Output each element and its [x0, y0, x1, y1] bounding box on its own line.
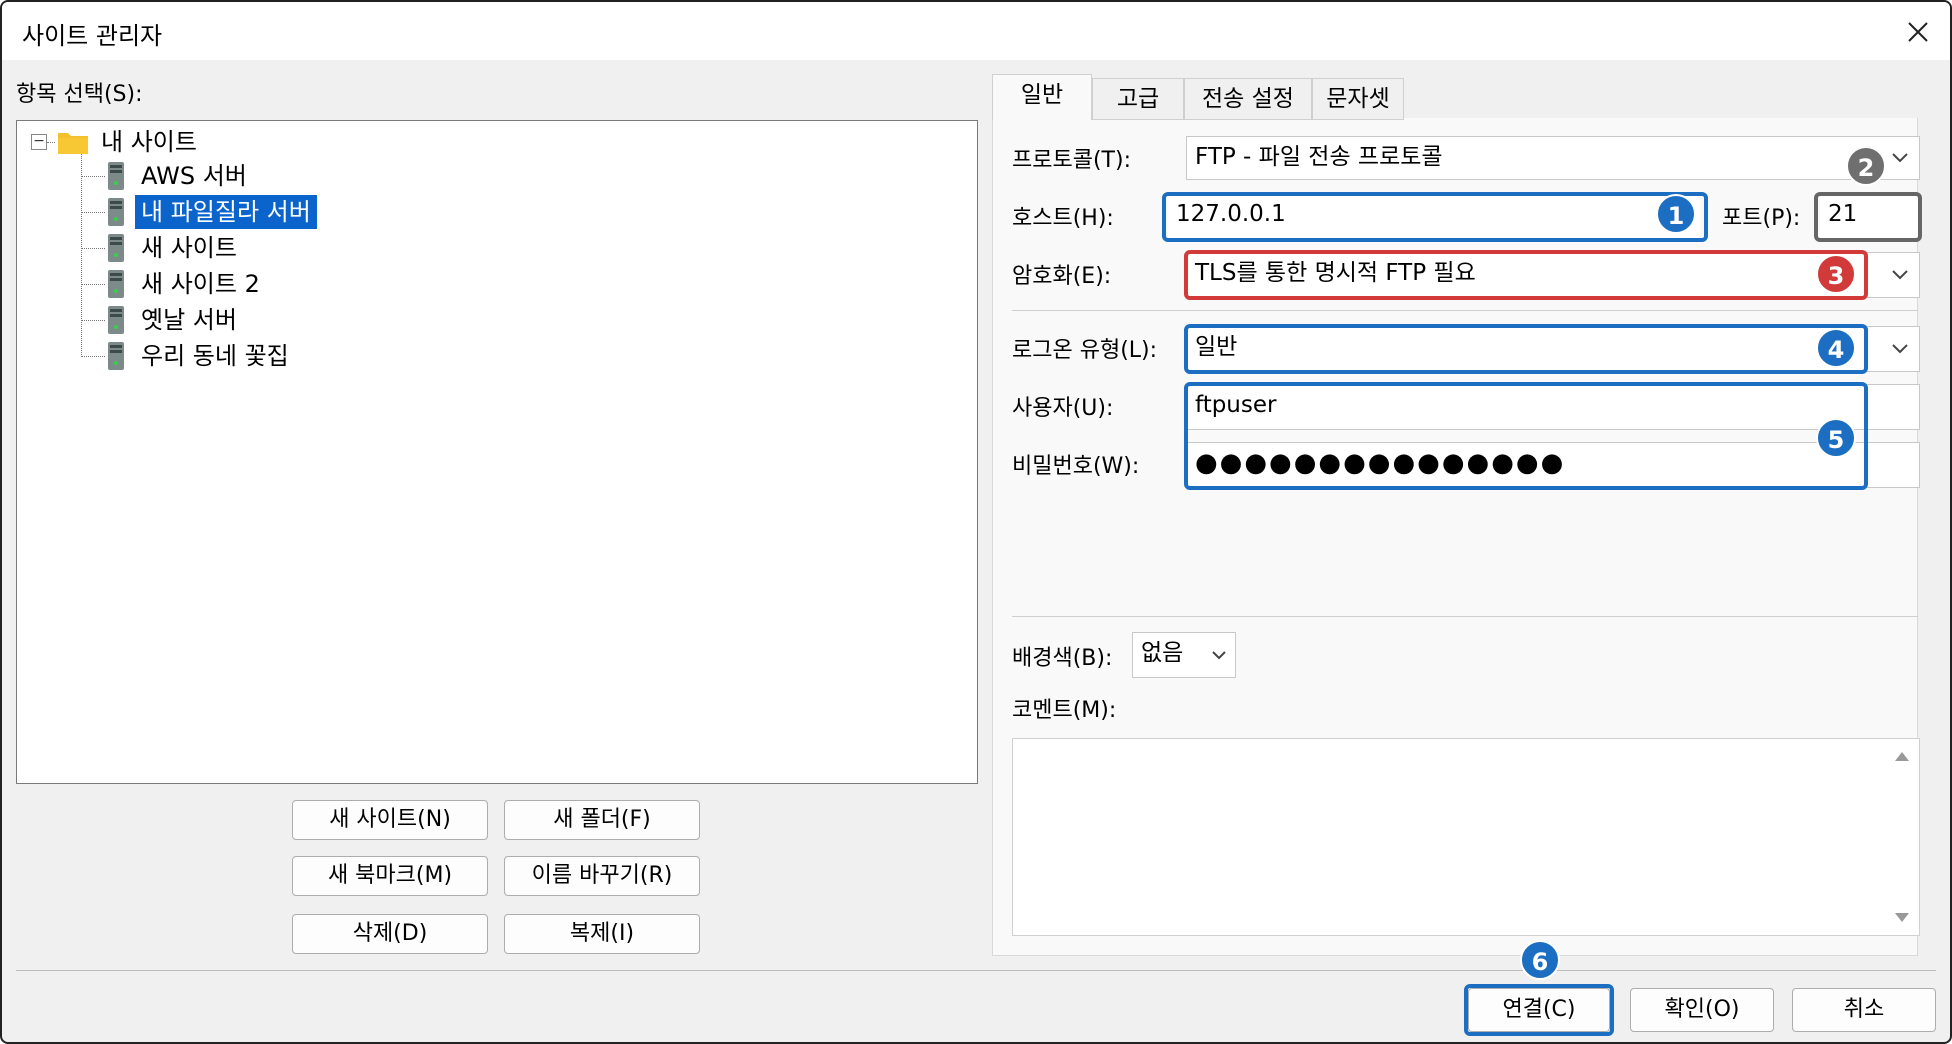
password-label: 비밀번호(W):	[1012, 454, 1140, 479]
site-label: 우리 동네 꽃집	[141, 342, 289, 370]
tree-connector	[81, 248, 105, 249]
site-label: AWS 서버	[141, 162, 247, 190]
server-icon	[108, 306, 124, 334]
site-label: 새 사이트	[141, 234, 237, 262]
separator	[1012, 310, 1918, 311]
tree-site-item[interactable]: 새 사이트 2	[105, 267, 266, 301]
step-badge-4: 4	[1816, 328, 1856, 368]
tree-connector	[81, 176, 105, 177]
site-manager-window: 사이트 관리자 항목 선택(S): − 내 사이트 AWS 서버 내 파일질라 …	[0, 0, 1952, 1044]
tree-connector	[81, 320, 105, 321]
tree-site-item[interactable]: AWS 서버	[105, 159, 253, 193]
step-badge-6: 6	[1520, 940, 1560, 980]
tab-general[interactable]: 일반	[992, 74, 1092, 120]
rename-button[interactable]: 이름 바꾸기(R)	[504, 856, 700, 896]
tree-site-item[interactable]: 새 사이트	[105, 231, 243, 265]
comment-label: 코멘트(M):	[1012, 698, 1117, 723]
new-bookmark-button[interactable]: 새 북마크(M)	[292, 856, 488, 896]
port-value: 21	[1828, 201, 1858, 227]
cancel-button[interactable]: 취소	[1792, 988, 1936, 1032]
footer-separator	[16, 970, 1936, 971]
scroll-down-icon[interactable]	[1893, 909, 1911, 927]
tree-connector	[81, 147, 82, 357]
delete-button[interactable]: 삭제(D)	[292, 914, 488, 954]
tree-root-my-sites[interactable]: 내 사이트	[57, 125, 203, 159]
ok-button[interactable]: 확인(O)	[1630, 988, 1774, 1032]
window-title: 사이트 관리자	[22, 22, 163, 50]
protocol-select[interactable]: FTP - 파일 전송 프로토콜	[1186, 136, 1920, 180]
tree-connector	[81, 284, 105, 285]
server-icon	[108, 198, 124, 226]
user-input[interactable]: ftpuser	[1186, 384, 1920, 430]
step-badge-5: 5	[1816, 418, 1856, 458]
tree-site-item-selected[interactable]: 내 파일질라 서버	[105, 195, 317, 229]
password-value: ●●●●●●●●●●●●●●●	[1195, 448, 1566, 478]
host-input[interactable]: 127.0.0.1	[1168, 194, 1700, 238]
port-input[interactable]: 21	[1820, 194, 1918, 238]
tree-connector	[81, 212, 105, 213]
protocol-value: FTP - 파일 전송 프로토콜	[1195, 144, 1443, 170]
bgcolor-value: 없음	[1141, 640, 1184, 666]
logon-type-select[interactable]: 일반	[1186, 326, 1920, 372]
close-icon	[1908, 22, 1928, 42]
logon-type-value: 일반	[1195, 334, 1238, 360]
chevron-down-icon	[1891, 137, 1909, 179]
folder-icon	[58, 133, 88, 154]
title-bar: 사이트 관리자	[2, 2, 1950, 60]
server-icon	[108, 342, 124, 370]
scroll-up-icon[interactable]	[1893, 747, 1911, 765]
collapse-toggle[interactable]: −	[31, 134, 47, 150]
new-site-button[interactable]: 새 사이트(N)	[292, 800, 488, 840]
step-badge-2: 2	[1846, 146, 1886, 186]
duplicate-button[interactable]: 복제(I)	[504, 914, 700, 954]
separator	[1012, 616, 1918, 617]
comment-textarea[interactable]	[1012, 738, 1920, 936]
tree-connector	[81, 356, 105, 357]
host-label: 호스트(H):	[1012, 206, 1114, 231]
bgcolor-label: 배경색(B):	[1012, 646, 1113, 671]
server-icon	[108, 162, 124, 190]
site-label: 새 사이트 2	[141, 270, 260, 298]
user-value: ftpuser	[1195, 392, 1277, 418]
tree-root-label: 내 사이트	[101, 128, 197, 156]
step-badge-1: 1	[1656, 194, 1696, 234]
port-label: 포트(P):	[1722, 206, 1801, 231]
chevron-down-icon	[1211, 633, 1227, 677]
chevron-down-icon	[1891, 253, 1909, 297]
step-badge-3: 3	[1816, 254, 1856, 294]
chevron-down-icon	[1891, 327, 1909, 371]
new-folder-button[interactable]: 새 폴더(F)	[504, 800, 700, 840]
tree-connector	[47, 142, 55, 143]
tree-site-item[interactable]: 우리 동네 꽃집	[105, 339, 295, 373]
encryption-label: 암호화(E):	[1012, 264, 1112, 289]
site-label: 옛날 서버	[141, 306, 237, 334]
encryption-select[interactable]: TLS를 통한 명시적 FTP 필요	[1186, 252, 1920, 298]
encryption-value: TLS를 통한 명시적 FTP 필요	[1195, 260, 1476, 286]
close-button[interactable]	[1896, 10, 1940, 54]
host-value: 127.0.0.1	[1176, 201, 1286, 227]
logon-type-label: 로그온 유형(L):	[1012, 338, 1158, 363]
select-entry-label: 항목 선택(S):	[16, 82, 143, 107]
protocol-label: 프로토콜(T):	[1012, 148, 1131, 173]
site-tree[interactable]: − 내 사이트 AWS 서버 내 파일질라 서버 새 사이트 새 사이트 2 옛…	[16, 120, 978, 784]
server-icon	[108, 270, 124, 298]
tab-charset[interactable]: 문자셋	[1312, 78, 1404, 120]
password-input[interactable]: ●●●●●●●●●●●●●●●	[1186, 442, 1920, 488]
tab-advanced[interactable]: 고급	[1092, 78, 1184, 120]
bgcolor-select[interactable]: 없음	[1132, 632, 1236, 678]
site-label: 내 파일질라 서버	[135, 195, 317, 229]
server-icon	[108, 234, 124, 262]
tab-transfer-settings[interactable]: 전송 설정	[1184, 78, 1312, 120]
tree-site-item[interactable]: 옛날 서버	[105, 303, 243, 337]
connect-button[interactable]: 연결(C)	[1468, 988, 1610, 1032]
user-label: 사용자(U):	[1012, 396, 1114, 421]
